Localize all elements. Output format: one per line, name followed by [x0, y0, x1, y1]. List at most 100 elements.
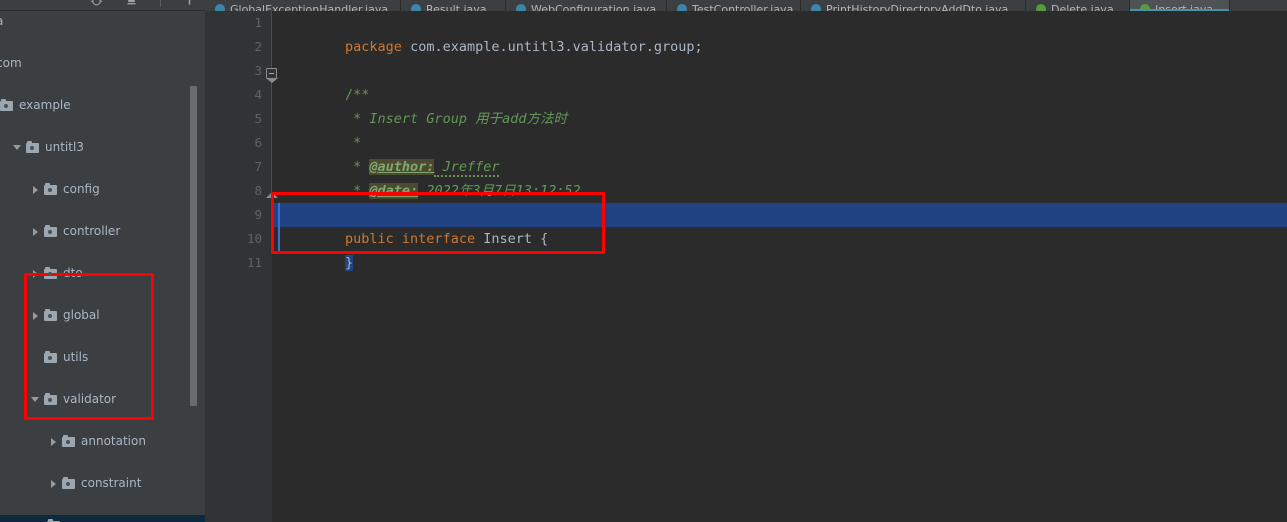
- chevron-down-icon[interactable]: [30, 394, 41, 405]
- line-number: 4: [254, 87, 262, 102]
- chevron-down-icon[interactable]: [12, 142, 23, 153]
- tree-node-example[interactable]: example: [0, 95, 205, 116]
- tree-node-annotation[interactable]: annotation: [0, 431, 205, 452]
- chevron-right-icon[interactable]: [30, 226, 41, 237]
- folder-source-icon: [47, 518, 61, 522]
- tree-node-label: controller: [63, 224, 121, 238]
- editor-tab[interactable]: Delete.java: [1026, 0, 1130, 11]
- editor-tab-active[interactable]: Insert.java: [1130, 0, 1230, 11]
- code-line-1: package com.example.untitl3.validator.gr…: [272, 11, 703, 55]
- search-everywhere-icon[interactable]: [183, 0, 196, 7]
- tree-node-java[interactable]: a: [0, 11, 205, 32]
- code-line-3: /**: [272, 59, 369, 103]
- editor-tab[interactable]: PrintHistoryDirectoryAddDto.java: [801, 0, 1026, 11]
- folder-source-icon: [62, 434, 76, 449]
- code-line-6: * @author: Jreffer: [272, 131, 500, 177]
- code-editor[interactable]: 1 2 3 4 5 6 7 8 9 10 11 package com.exam…: [205, 11, 1287, 522]
- line-number: 3: [254, 63, 262, 78]
- tree-node-label: com: [0, 56, 22, 70]
- toolbar-separator: [160, 0, 161, 7]
- profile-icon[interactable]: [125, 0, 138, 7]
- code-token-keyword: package: [345, 39, 411, 55]
- editor-tab-label: GlobalExceptionHandler.java: [230, 2, 389, 12]
- java-class-blue-icon: [677, 3, 687, 11]
- code-line-8: */: [272, 179, 369, 223]
- folder-source-icon: [44, 392, 58, 407]
- folder-source-icon: [44, 308, 58, 323]
- code-token-keyword: public interface: [345, 231, 484, 247]
- tree-node-controller[interactable]: controller: [0, 221, 205, 242]
- editor-tab-bar[interactable]: GlobalExceptionHandler.java Result.java …: [205, 0, 1287, 11]
- editor-tab-label: Delete.java: [1051, 2, 1114, 12]
- editor-tab[interactable]: Result.java: [401, 0, 506, 11]
- code-token-identifier: com.example.untitl3.validator.group;: [410, 39, 703, 55]
- editor-tab[interactable]: GlobalExceptionHandler.java: [205, 0, 401, 11]
- java-interface-green-icon: [1140, 3, 1150, 11]
- line-number: 10: [246, 231, 262, 246]
- tree-node-validator[interactable]: validator: [0, 389, 205, 410]
- chevron-right-icon[interactable]: [48, 478, 59, 489]
- toolbar-icon-group: [90, 0, 196, 7]
- tree-node-dto[interactable]: dto: [0, 263, 205, 284]
- line-number: 5: [254, 111, 262, 126]
- tree-node-label: dto: [63, 266, 83, 280]
- tree-node-label: a: [0, 11, 3, 32]
- line-number: 6: [254, 135, 262, 150]
- editor-tab-label: TestController.java: [692, 2, 794, 12]
- folder-source-icon: [44, 350, 58, 365]
- tree-node-constraint[interactable]: constraint: [0, 473, 205, 494]
- tree-node-untitl3[interactable]: untitl3: [0, 137, 205, 158]
- tree-node-label: untitl3: [45, 140, 84, 154]
- javadoc-date-value: 2022年3月7日13:12:52: [418, 183, 581, 199]
- java-interface-green-icon: [1036, 3, 1046, 11]
- code-line-7: * @date: 2022年3月7日13:12:52: [272, 155, 581, 199]
- folder-source-icon: [44, 182, 58, 197]
- tree-node-global[interactable]: global: [0, 305, 205, 326]
- tree-node-label: validator: [63, 392, 117, 406]
- code-token-type: Insert {: [483, 231, 549, 247]
- folder-source-icon: [62, 476, 76, 491]
- text-caret: [278, 203, 280, 251]
- chevron-right-icon[interactable]: [30, 184, 41, 195]
- line-number: 9: [254, 207, 262, 222]
- folder-source-icon: [44, 224, 58, 239]
- javadoc-date-tag: @date:: [369, 183, 419, 199]
- line-number: 8: [254, 183, 262, 198]
- main-toolbar: [0, 0, 205, 11]
- code-line-4: * Insert Group 用于add方法时: [272, 83, 567, 127]
- java-class-blue-icon: [811, 3, 821, 11]
- project-tree: a com example untitl3 config: [0, 11, 205, 522]
- chevron-right-icon[interactable]: [48, 436, 59, 447]
- editor-tab-label: WebConfiguration.java: [531, 2, 657, 12]
- sidebar-vertical-scrollbar[interactable]: [190, 86, 197, 406]
- editor-tab-label: Insert.java: [1155, 2, 1214, 12]
- line-number: 7: [254, 159, 262, 174]
- line-number: 11: [246, 255, 262, 270]
- editor-tab[interactable]: WebConfiguration.java: [506, 0, 667, 11]
- tree-node-config[interactable]: config: [0, 179, 205, 200]
- tree-node-com[interactable]: com: [0, 53, 205, 74]
- folder-source-icon: [0, 98, 14, 113]
- project-tree-panel[interactable]: a com example untitl3 config: [0, 11, 205, 522]
- folder-source-icon: [26, 140, 40, 155]
- editor-gutter[interactable]: 1 2 3 4 5 6 7 8 9 10 11: [205, 11, 272, 522]
- tree-node-group[interactable]: group: [0, 515, 205, 522]
- tree-node-label: utils: [63, 350, 89, 364]
- editor-tab-label: Result.java: [426, 2, 487, 12]
- chevron-right-icon[interactable]: [30, 310, 41, 321]
- code-line-5: *: [272, 107, 361, 151]
- tree-node-label: config: [63, 182, 100, 196]
- tree-node-label: global: [63, 308, 100, 322]
- code-line-9-selected: public interface Insert {: [272, 203, 1287, 247]
- code-content[interactable]: package com.example.untitl3.validator.gr…: [272, 11, 1287, 522]
- editor-tab[interactable]: TestController.java: [667, 0, 801, 11]
- tree-node-label: constraint: [81, 476, 142, 490]
- debug-icon[interactable]: [90, 0, 103, 7]
- java-class-blue-icon: [516, 3, 526, 11]
- line-number: 1: [254, 15, 262, 30]
- tree-node-utils[interactable]: utils: [0, 347, 205, 368]
- code-token-brace: }: [345, 255, 354, 271]
- chevron-right-icon[interactable]: [30, 268, 41, 279]
